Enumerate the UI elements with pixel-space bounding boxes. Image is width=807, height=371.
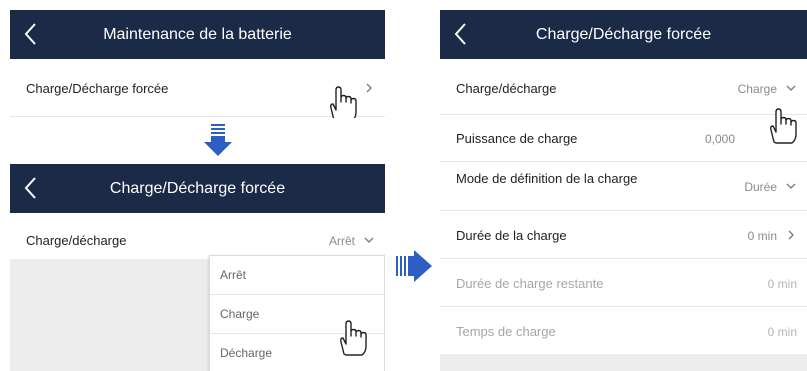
row-value: 0,000	[704, 132, 735, 146]
row-value: 0 min	[767, 325, 797, 339]
panel-forced-charge-settings: Charge/Décharge forcée Charge/décharge C…	[440, 10, 807, 371]
row-charge-time: Temps de charge 0 min	[440, 307, 807, 354]
row-charge-discharge[interactable]: Charge/décharge Arrêt	[10, 213, 385, 259]
bottom-area	[440, 354, 807, 371]
header-bar: Charge/Décharge forcée	[440, 10, 807, 59]
page-title: Maintenance de la batterie	[103, 26, 292, 43]
header-bar: Maintenance de la batterie	[10, 10, 385, 59]
chevron-down-icon	[786, 85, 796, 91]
panel-charge-discharge-menu: Charge/Décharge forcée Charge/décharge A…	[10, 164, 385, 371]
flow-arrow-right-icon	[396, 250, 432, 282]
flow-arrow-down-icon	[204, 124, 232, 156]
tap-hand-icon	[340, 320, 367, 356]
row-value: 0 min	[767, 277, 797, 291]
tap-hand-icon	[330, 86, 357, 118]
row-label: Temps de charge	[456, 324, 556, 339]
header-bar: Charge/Décharge forcée	[10, 164, 385, 213]
page-title: Charge/Décharge forcée	[535, 26, 712, 43]
row-charge-mode[interactable]: Mode de définition de la charge Durée	[440, 162, 807, 211]
chevron-right-icon	[366, 83, 372, 93]
row-label: Charge/décharge	[26, 233, 127, 248]
chevron-down-icon	[786, 183, 796, 189]
row-remaining-duration: Durée de charge restante 0 min	[440, 259, 807, 307]
row-charge-discharge[interactable]: Charge/décharge Charge	[440, 67, 807, 115]
row-value: Arrêt	[328, 234, 355, 248]
row-label: Durée de charge restante	[456, 276, 604, 291]
row-label: Charge/décharge	[456, 81, 557, 96]
row-value: Durée	[744, 180, 777, 194]
row-value: 0 min	[747, 229, 777, 243]
row-label: Puissance de charge	[456, 131, 578, 146]
tap-hand-icon	[770, 108, 797, 144]
option-arret[interactable]: Arrêt	[210, 256, 384, 295]
row-charge-duration[interactable]: Durée de la charge 0 min	[440, 211, 807, 259]
row-value: Charge	[737, 82, 777, 96]
chevron-down-icon	[364, 237, 374, 243]
row-charge-power[interactable]: Puissance de charge 0,000	[440, 115, 807, 162]
row-label: Mode de définition de la charge	[456, 171, 638, 186]
row-label: Charge/Décharge forcée	[26, 81, 169, 96]
panel-battery-maintenance: Maintenance de la batterie Charge/Déchar…	[10, 10, 385, 118]
chevron-right-icon	[788, 230, 794, 240]
page-title: Charge/Décharge forcée	[109, 180, 286, 197]
row-label: Durée de la charge	[456, 228, 567, 243]
